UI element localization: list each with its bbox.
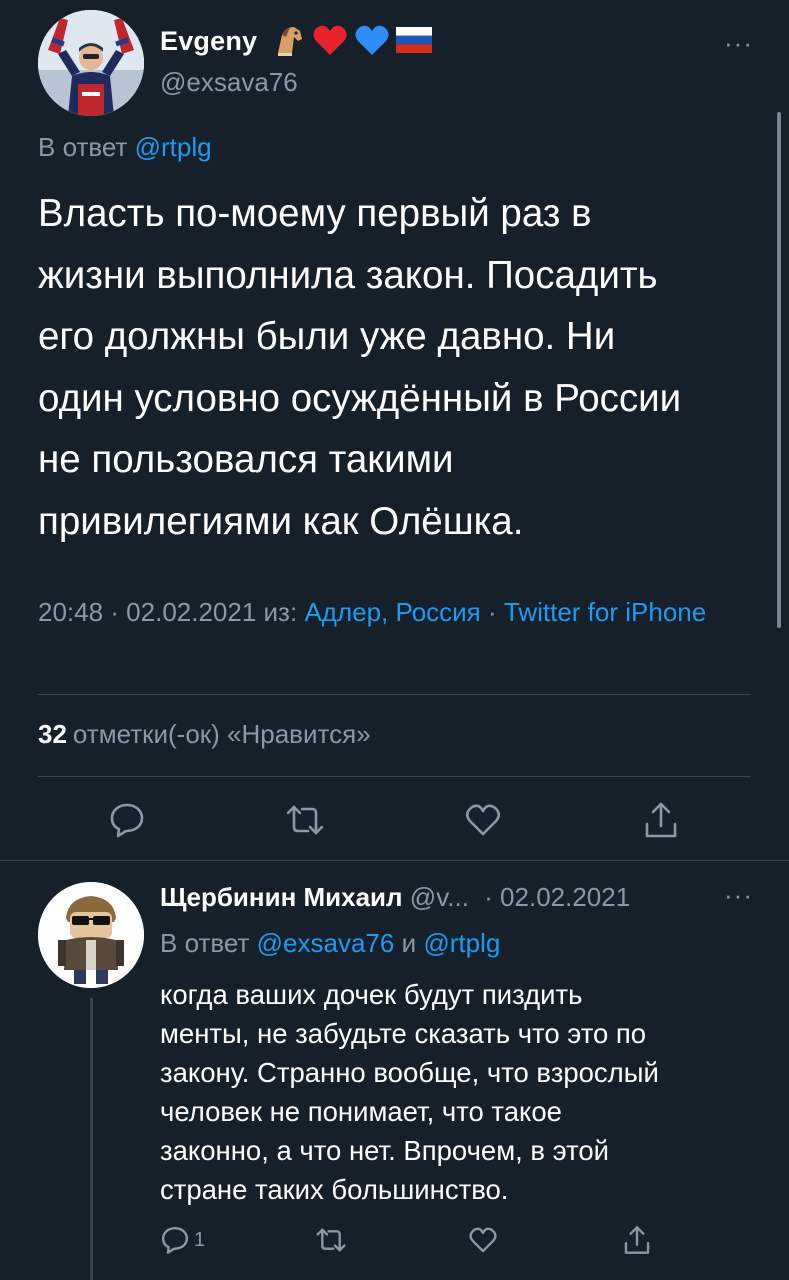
heart-icon <box>468 1225 498 1255</box>
reply-mention-link[interactable]: @rtplg <box>423 928 500 958</box>
more-options-icon[interactable]: ··· <box>724 880 753 911</box>
main-tweet: Evgeny @exsava76 ··· В ответ @rtplg Влас… <box>0 0 789 860</box>
likes-label: отметки(-ок) «Нравится» <box>72 719 371 749</box>
heart-icon <box>464 801 502 839</box>
reply-button[interactable]: 1 <box>160 1222 205 1258</box>
location-link[interactable]: Адлер, Россия <box>304 597 480 627</box>
author-emoji-group <box>272 22 432 62</box>
more-options-icon[interactable]: ··· <box>724 28 753 59</box>
tweet-meta: 20:48 · 02.02.2021 из: Адлер, Россия · T… <box>38 592 750 633</box>
retweet-button[interactable] <box>284 800 326 840</box>
horse-emoji-icon <box>272 23 306 62</box>
author-name[interactable]: Evgeny <box>160 26 257 57</box>
share-icon <box>622 1224 652 1256</box>
meta-separator: · <box>487 597 497 627</box>
reply-mention-link[interactable]: @exsava76 <box>257 928 395 958</box>
like-button[interactable] <box>464 800 502 840</box>
from-label: из: <box>263 597 298 627</box>
author-avatar[interactable] <box>38 10 144 116</box>
author-handle[interactable]: @exsava76 <box>160 67 298 98</box>
reply-author-avatar[interactable] <box>38 882 144 988</box>
reply-prefix: В ответ <box>160 928 250 958</box>
red-heart-emoji-icon <box>312 23 348 62</box>
retweet-icon <box>284 801 326 839</box>
reply-header: Щербинин Михаил @v... · 02.02.2021 <box>160 882 760 913</box>
divider <box>38 694 751 695</box>
reply-button[interactable] <box>108 800 146 840</box>
reply-text: когда ваших дочек будут пиздить менты, н… <box>160 979 659 1205</box>
share-button[interactable] <box>622 1222 652 1258</box>
retweet-button[interactable] <box>314 1222 348 1258</box>
reply-prefix: В ответ <box>38 132 128 162</box>
share-icon <box>642 800 680 840</box>
reply-author-handle[interactable]: @v... <box>410 882 469 912</box>
blue-heart-emoji-icon <box>354 23 390 62</box>
reply-context: В ответ @exsava76 и @rtplg <box>160 928 500 959</box>
tweet-text: Власть по-моему первый раз в жизни выпол… <box>38 192 682 543</box>
reply-icon <box>160 1225 190 1255</box>
tweet-action-bar <box>0 800 789 840</box>
share-button[interactable] <box>642 800 680 840</box>
likes-count: 32 <box>38 719 67 749</box>
russia-flag-emoji-icon <box>396 26 432 58</box>
reply-context: В ответ @rtplg <box>38 132 212 163</box>
divider <box>0 860 789 861</box>
reply-action-bar: 1 <box>0 1222 789 1258</box>
reply-icon <box>108 801 146 839</box>
tweet-timestamp[interactable]: 20:48 · 02.02.2021 <box>38 597 256 627</box>
like-button[interactable] <box>468 1222 498 1258</box>
source-link[interactable]: Twitter for iPhone <box>504 597 706 627</box>
retweet-icon <box>314 1225 348 1255</box>
reply-mention-link[interactable]: @rtplg <box>135 132 212 162</box>
reply-count: 1 <box>194 1228 206 1251</box>
divider <box>38 776 751 777</box>
likes-row[interactable]: 32 отметки(-ок) «Нравится» <box>38 719 371 750</box>
reply-date[interactable]: · 02.02.2021 <box>484 882 630 912</box>
reply-conjunction: и <box>401 928 417 958</box>
reply-author-name[interactable]: Щербинин Михаил <box>160 882 403 912</box>
